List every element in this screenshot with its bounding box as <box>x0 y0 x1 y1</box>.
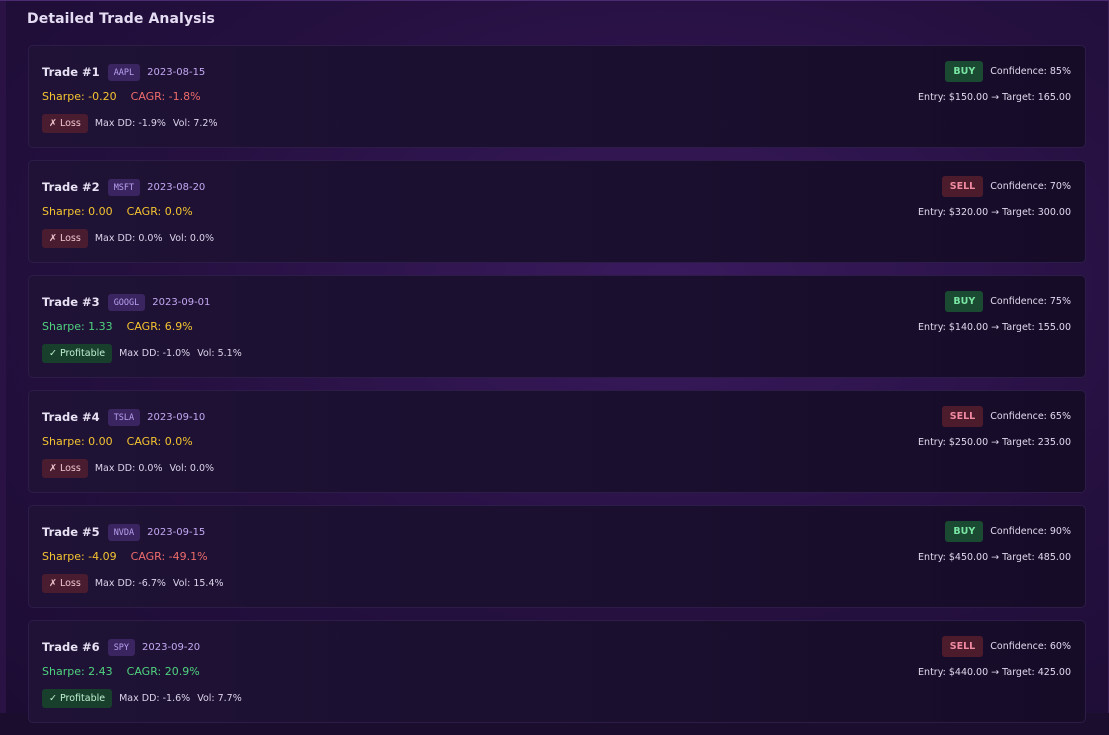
signal-info: BUY Confidence: 85% <box>945 60 1071 82</box>
entry-target: Entry: $250.00 → Target: 235.00 <box>918 437 1071 448</box>
cagr-value: CAGR: -49.1% <box>130 550 208 563</box>
trade-header: Trade #5 NVDA 2023-09-15 <box>42 522 205 542</box>
trade-date: 2023-08-20 <box>147 181 206 193</box>
confidence-value: Confidence: 60% <box>990 640 1071 652</box>
outcome-badge: ✗ Loss <box>42 114 88 133</box>
side-badge: SELL <box>941 405 984 427</box>
cagr-value: CAGR: 20.9% <box>126 665 200 678</box>
max-drawdown: Max DD: 0.0% <box>94 463 163 474</box>
ticker-badge: TSLA <box>107 408 141 426</box>
risk-stats: ✓ Profitable Max DD: -1.0% Vol: 5.1% <box>42 344 249 363</box>
trade-header: Trade #1 AAPL 2023-08-15 <box>42 62 205 82</box>
ticker-badge: MSFT <box>107 178 141 196</box>
ticker-badge: SPY <box>107 638 136 656</box>
side-badge: BUY <box>945 60 984 82</box>
ticker-badge: NVDA <box>107 523 141 541</box>
confidence-value: Confidence: 85% <box>990 65 1071 77</box>
max-drawdown: Max DD: -1.6% <box>119 693 191 704</box>
performance-metrics: Sharpe: -4.09 CAGR: -49.1% <box>42 550 222 563</box>
performance-metrics: Sharpe: 1.33 CAGR: 6.9% <box>42 320 207 333</box>
volatility: Vol: 5.1% <box>197 348 242 359</box>
sharpe-ratio: Sharpe: -4.09 <box>42 550 117 563</box>
ticker-badge: AAPL <box>107 63 141 81</box>
risk-stats: ✗ Loss Max DD: 0.0% Vol: 0.0% <box>42 459 221 478</box>
trade-header: Trade #2 MSFT 2023-08-20 <box>42 177 205 197</box>
side-badge: SELL <box>941 175 984 197</box>
trade-number: Trade #5 <box>42 525 100 539</box>
trade-date: 2023-08-15 <box>147 66 206 78</box>
side-badge: BUY <box>945 520 984 542</box>
volatility: Vol: 0.0% <box>169 463 215 474</box>
trade-header: Trade #4 TSLA 2023-09-10 <box>42 407 205 427</box>
sharpe-ratio: Sharpe: 2.43 <box>42 665 113 678</box>
risk-stats: ✓ Profitable Max DD: -1.6% Vol: 7.7% <box>42 689 249 708</box>
trade-header: Trade #3 GOOGL 2023-09-01 <box>42 292 210 312</box>
trade-number: Trade #4 <box>42 410 100 424</box>
trade-number: Trade #3 <box>42 295 100 309</box>
trade-card[interactable]: Trade #2 MSFT 2023-08-20 Sharpe: 0.00 CA… <box>28 160 1086 263</box>
performance-metrics: Sharpe: 0.00 CAGR: 0.0% <box>42 435 207 448</box>
risk-stats: ✗ Loss Max DD: -6.7% Vol: 15.4% <box>42 574 231 593</box>
cagr-value: CAGR: 0.0% <box>126 435 193 448</box>
sharpe-ratio: Sharpe: 0.00 <box>42 435 113 448</box>
cagr-value: CAGR: 0.0% <box>126 205 193 218</box>
confidence-value: Confidence: 70% <box>990 180 1071 192</box>
ticker-badge: GOOGL <box>107 293 146 311</box>
entry-target: Entry: $150.00 → Target: 165.00 <box>918 92 1071 103</box>
trade-analysis-panel: Detailed Trade Analysis Trade #1 AAPL 20… <box>0 0 1109 723</box>
volatility: Vol: 0.0% <box>169 233 215 244</box>
max-drawdown: Max DD: 0.0% <box>94 233 163 244</box>
performance-metrics: Sharpe: -0.20 CAGR: -1.8% <box>42 90 215 103</box>
sharpe-ratio: Sharpe: 1.33 <box>42 320 113 333</box>
entry-target: Entry: $320.00 → Target: 300.00 <box>918 207 1071 218</box>
trade-date: 2023-09-01 <box>152 296 211 308</box>
confidence-value: Confidence: 90% <box>990 525 1071 537</box>
max-drawdown: Max DD: -1.0% <box>119 348 191 359</box>
trade-date: 2023-09-20 <box>142 641 201 653</box>
signal-info: SELL Confidence: 65% <box>941 405 1071 427</box>
side-badge: BUY <box>945 290 984 312</box>
cagr-value: CAGR: -1.8% <box>130 90 201 103</box>
outcome-badge: ✗ Loss <box>42 459 88 478</box>
trade-card[interactable]: Trade #6 SPY 2023-09-20 Sharpe: 2.43 CAG… <box>28 620 1086 723</box>
trade-date: 2023-09-15 <box>147 526 206 538</box>
trade-number: Trade #2 <box>42 180 100 194</box>
section-title: Detailed Trade Analysis <box>27 11 215 27</box>
signal-info: SELL Confidence: 60% <box>941 635 1071 657</box>
trade-card[interactable]: Trade #1 AAPL 2023-08-15 Sharpe: -0.20 C… <box>28 45 1086 148</box>
max-drawdown: Max DD: -1.9% <box>94 118 166 129</box>
outcome-badge: ✓ Profitable <box>42 344 113 363</box>
confidence-value: Confidence: 75% <box>990 295 1071 307</box>
trade-card-list: Trade #1 AAPL 2023-08-15 Sharpe: -0.20 C… <box>28 45 1086 735</box>
volatility: Vol: 7.2% <box>172 118 218 129</box>
trade-card[interactable]: Trade #3 GOOGL 2023-09-01 Sharpe: 1.33 C… <box>28 275 1086 378</box>
volatility: Vol: 15.4% <box>172 578 224 589</box>
confidence-value: Confidence: 65% <box>990 410 1071 422</box>
side-badge: SELL <box>941 635 984 657</box>
signal-info: SELL Confidence: 70% <box>941 175 1071 197</box>
trade-date: 2023-09-10 <box>147 411 206 423</box>
trade-card[interactable]: Trade #4 TSLA 2023-09-10 Sharpe: 0.00 CA… <box>28 390 1086 493</box>
outcome-badge: ✗ Loss <box>42 574 88 593</box>
risk-stats: ✗ Loss Max DD: -1.9% Vol: 7.2% <box>42 114 224 133</box>
max-drawdown: Max DD: -6.7% <box>94 578 166 589</box>
trade-number: Trade #6 <box>42 640 100 654</box>
sharpe-ratio: Sharpe: 0.00 <box>42 205 113 218</box>
trade-header: Trade #6 SPY 2023-09-20 <box>42 637 200 657</box>
outcome-badge: ✗ Loss <box>42 229 88 248</box>
performance-metrics: Sharpe: 0.00 CAGR: 0.0% <box>42 205 207 218</box>
sharpe-ratio: Sharpe: -0.20 <box>42 90 117 103</box>
outcome-badge: ✓ Profitable <box>42 689 113 708</box>
trade-card[interactable]: Trade #5 NVDA 2023-09-15 Sharpe: -4.09 C… <box>28 505 1086 608</box>
trade-number: Trade #1 <box>42 65 100 79</box>
risk-stats: ✗ Loss Max DD: 0.0% Vol: 0.0% <box>42 229 221 248</box>
entry-target: Entry: $440.00 → Target: 425.00 <box>918 667 1071 678</box>
cagr-value: CAGR: 6.9% <box>126 320 193 333</box>
entry-target: Entry: $450.00 → Target: 485.00 <box>918 552 1071 563</box>
performance-metrics: Sharpe: 2.43 CAGR: 20.9% <box>42 665 214 678</box>
signal-info: BUY Confidence: 90% <box>945 520 1071 542</box>
volatility: Vol: 7.7% <box>197 693 242 704</box>
signal-info: BUY Confidence: 75% <box>945 290 1071 312</box>
entry-target: Entry: $140.00 → Target: 155.00 <box>918 322 1071 333</box>
